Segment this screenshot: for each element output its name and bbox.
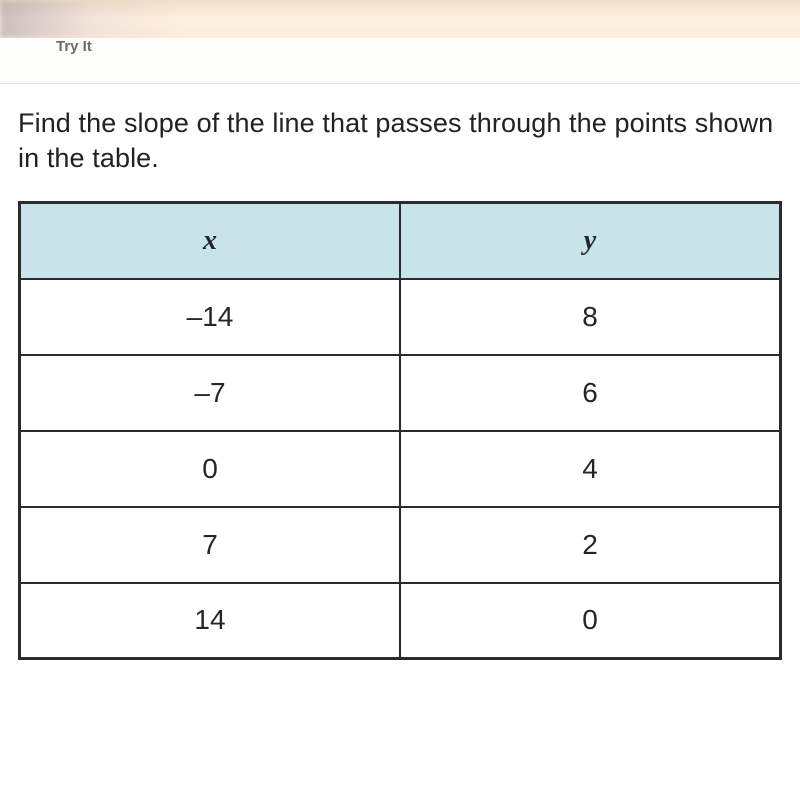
cell-y: 8 [400, 279, 781, 355]
cell-x: 14 [20, 583, 401, 659]
table-row: –7 6 [20, 355, 781, 431]
points-table: x y –14 8 –7 6 0 4 7 2 14 0 [18, 201, 782, 660]
cell-y: 2 [400, 507, 781, 583]
cell-x: –14 [20, 279, 401, 355]
column-header-x: x [20, 203, 401, 279]
table-row: 7 2 [20, 507, 781, 583]
cell-y: 6 [400, 355, 781, 431]
content-area: Find the slope of the line that passes t… [0, 84, 800, 660]
table-row: –14 8 [20, 279, 781, 355]
try-it-label: Try It [56, 38, 92, 55]
cell-x: 0 [20, 431, 401, 507]
cell-y: 4 [400, 431, 781, 507]
cell-x: 7 [20, 507, 401, 583]
cell-x: –7 [20, 355, 401, 431]
blur-decoration [0, 0, 180, 38]
column-header-y: y [400, 203, 781, 279]
table-header-row: x y [20, 203, 781, 279]
question-prompt: Find the slope of the line that passes t… [18, 106, 782, 175]
page-header: Try It [0, 38, 800, 84]
browser-top-bar [0, 0, 800, 38]
cell-y: 0 [400, 583, 781, 659]
table-row: 0 4 [20, 431, 781, 507]
table-row: 14 0 [20, 583, 781, 659]
